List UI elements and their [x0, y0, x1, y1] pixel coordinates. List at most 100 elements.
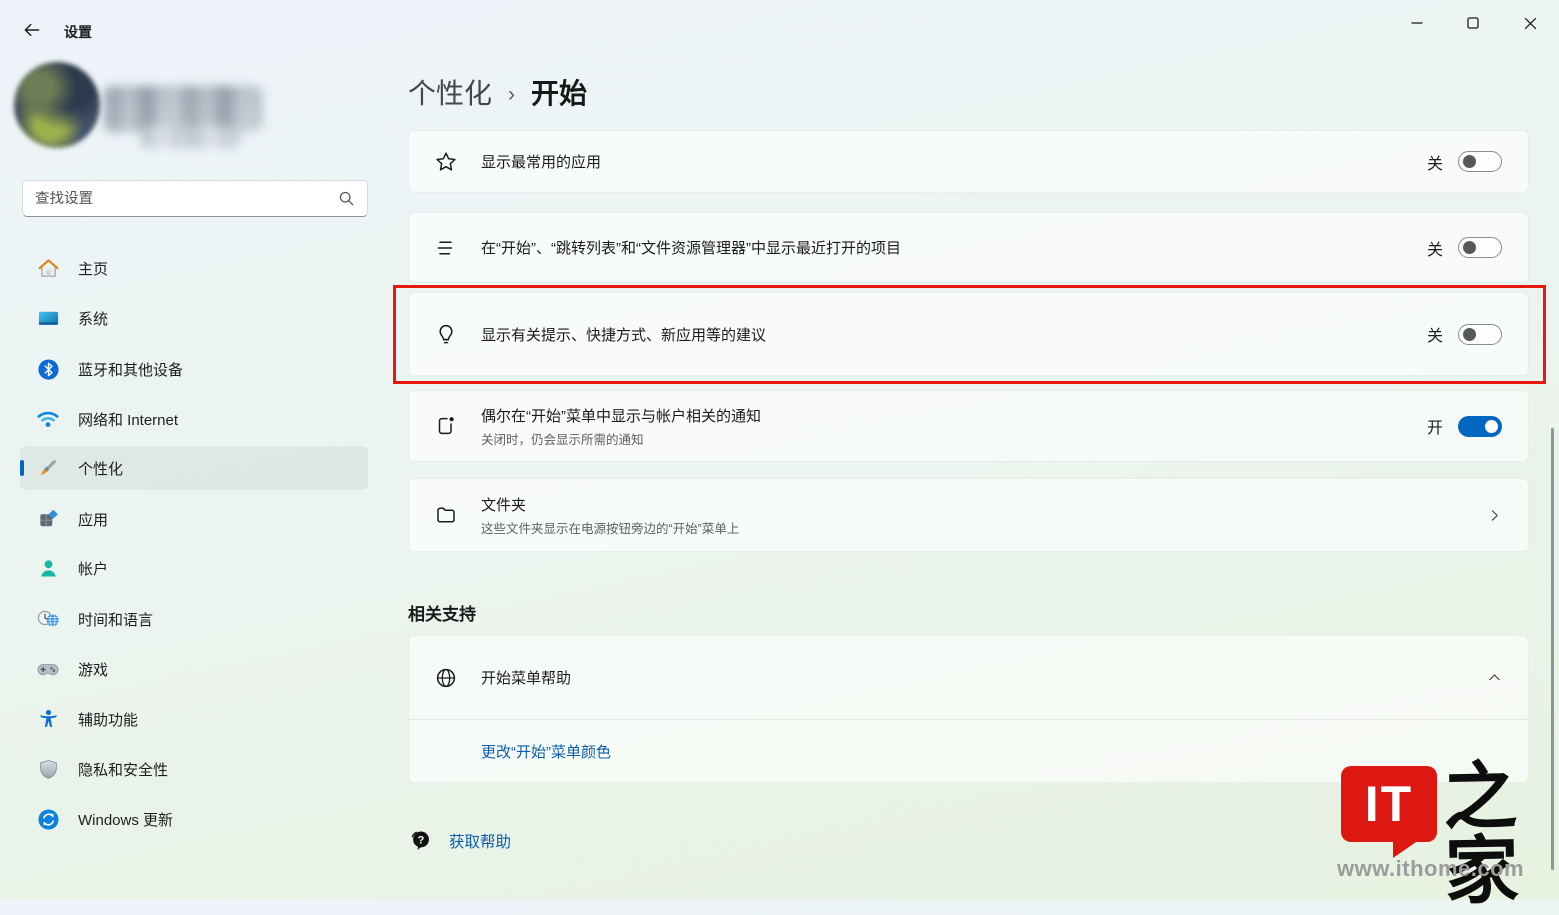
sidebar-item-privacy[interactable]: 隐私和安全性 — [20, 747, 368, 791]
sidebar-item-accounts[interactable]: 帐户 — [20, 546, 368, 590]
privacy-icon — [36, 757, 60, 781]
toggle-knob — [1463, 155, 1476, 168]
home-icon — [36, 256, 60, 280]
sidebar-item-apps[interactable]: 应用 — [20, 497, 368, 541]
ithome-logo-text: IT — [1365, 775, 1413, 833]
sidebar-item-label: 个性化 — [78, 458, 123, 479]
get-help-link[interactable]: 获取帮助 — [449, 830, 511, 852]
personalization-icon — [36, 456, 60, 480]
sidebar-item-bluetooth[interactable]: 蓝牙和其他设备 — [20, 347, 368, 391]
sidebar-item-label: 时间和语言 — [78, 609, 153, 630]
folder-icon — [433, 502, 459, 528]
sidebar-item-label: 网络和 Internet — [78, 409, 178, 430]
sidebar-item-accessibility[interactable]: 辅助功能 — [20, 697, 368, 741]
sidebar-item-label: 主页 — [78, 258, 108, 279]
globe-icon — [433, 665, 459, 691]
sidebar-item-label: 游戏 — [78, 659, 108, 680]
account-notification-icon — [433, 413, 459, 439]
setting-title: 显示最常用的应用 — [481, 151, 601, 172]
app-title: 设置 — [64, 22, 92, 42]
system-icon — [36, 306, 60, 330]
close-icon — [1523, 16, 1538, 31]
sidebar-item-time-language[interactable]: 时间和语言 — [20, 597, 368, 641]
sidebar-item-label: 隐私和安全性 — [78, 759, 168, 780]
setting-subtitle: 这些文件夹显示在电源按钮旁边的“开始”菜单上 — [481, 518, 739, 537]
breadcrumb-separator-icon: › — [508, 83, 515, 107]
toggle-state-label: 关 — [1427, 236, 1443, 260]
accounts-icon — [36, 556, 60, 580]
get-help-row: ? 获取帮助 — [408, 828, 511, 853]
ithome-url: www.ithome.com — [1337, 856, 1524, 882]
search-input[interactable] — [35, 191, 338, 207]
toggle-knob — [1463, 241, 1476, 254]
network-icon — [36, 407, 60, 431]
setting-row-account-notifications[interactable]: 偶尔在“开始”菜单中显示与帐户相关的通知 关闭时，仍会显示所需的通知 开 — [408, 390, 1529, 462]
minimize-button[interactable] — [1394, 6, 1440, 40]
sidebar-item-label: Windows 更新 — [78, 809, 173, 830]
maximize-button[interactable] — [1450, 6, 1496, 40]
get-help-icon: ? — [408, 828, 433, 853]
lightbulb-icon — [433, 321, 459, 347]
sidebar-item-personalization[interactable]: 个性化 — [20, 446, 368, 490]
search-box[interactable] — [22, 180, 368, 217]
maximize-icon — [1466, 16, 1480, 30]
close-button[interactable] — [1507, 6, 1553, 40]
chevron-up-icon — [1487, 670, 1502, 685]
setting-row-suggestions[interactable]: 显示有关提示、快捷方式、新应用等的建议 关 — [408, 292, 1529, 376]
change-start-menu-color-link[interactable]: 更改“开始”菜单颜色 — [481, 744, 611, 761]
back-button[interactable] — [20, 18, 44, 42]
toggle-suggestions[interactable] — [1458, 324, 1502, 345]
setting-title: 偶尔在“开始”菜单中显示与帐户相关的通知 — [481, 405, 761, 426]
avatar[interactable] — [14, 62, 100, 148]
sidebar-item-label: 蓝牙和其他设备 — [78, 359, 183, 380]
sidebar-item-network[interactable]: 网络和 Internet — [20, 397, 368, 441]
page-title: 开始 — [531, 72, 587, 112]
apps-icon — [36, 507, 60, 531]
bluetooth-icon — [36, 357, 60, 381]
setting-row-most-used-apps[interactable]: 显示最常用的应用 关 — [408, 130, 1529, 193]
gaming-icon — [36, 657, 60, 681]
sidebar-item-label: 应用 — [78, 509, 108, 530]
card-divider — [409, 719, 1528, 720]
selected-indicator — [20, 460, 24, 476]
toggle-state-label: 关 — [1427, 322, 1443, 346]
toggle-recent-items[interactable] — [1458, 237, 1502, 258]
minimize-icon — [1410, 16, 1424, 30]
sidebar-item-label: 辅助功能 — [78, 709, 138, 730]
toggle-state-label: 开 — [1427, 414, 1443, 438]
chevron-right-icon — [1487, 508, 1502, 523]
back-arrow-icon — [22, 20, 42, 40]
setting-title: 文件夹 — [481, 494, 739, 515]
setting-row-folders[interactable]: 文件夹 这些文件夹显示在电源按钮旁边的“开始”菜单上 — [408, 478, 1529, 552]
toggle-most-used-apps[interactable] — [1458, 151, 1502, 172]
setting-row-recent-items[interactable]: 在“开始”、“跳转列表”和“文件资源管理器”中显示最近打开的项目 关 — [408, 212, 1529, 283]
related-support-card: 开始菜单帮助 更改“开始”菜单颜色 — [408, 635, 1529, 783]
setting-subtitle: 关闭时，仍会显示所需的通知 — [481, 429, 761, 448]
setting-title: 在“开始”、“跳转列表”和“文件资源管理器”中显示最近打开的项目 — [481, 237, 901, 258]
windows-update-icon — [36, 807, 60, 831]
sidebar-item-gaming[interactable]: 游戏 — [20, 647, 368, 691]
toggle-state-label: 关 — [1427, 150, 1443, 174]
expander-title: 开始菜单帮助 — [481, 667, 571, 688]
related-support-heading: 相关支持 — [408, 600, 476, 625]
ithome-logo: IT — [1341, 766, 1437, 842]
user-email-blurred — [140, 126, 240, 148]
accessibility-icon — [36, 707, 60, 731]
start-menu-help-expander[interactable]: 开始菜单帮助 — [409, 636, 1528, 719]
toggle-knob — [1485, 420, 1498, 433]
sidebar-item-label: 帐户 — [78, 558, 108, 579]
breadcrumb: 个性化 › 开始 — [408, 72, 587, 112]
breadcrumb-parent[interactable]: 个性化 — [408, 72, 492, 112]
sidebar-item-home[interactable]: 主页 — [20, 246, 368, 290]
svg-text:?: ? — [418, 834, 425, 846]
recent-items-icon — [433, 235, 459, 261]
search-icon — [338, 190, 355, 207]
setting-title: 显示有关提示、快捷方式、新应用等的建议 — [481, 324, 766, 345]
sidebar-item-label: 系统 — [78, 308, 108, 329]
time-language-icon — [36, 607, 60, 631]
toggle-knob — [1463, 328, 1476, 341]
ithome-logo-suffix: 之家 — [1443, 759, 1559, 909]
sidebar-item-windows-update[interactable]: Windows 更新 — [20, 797, 368, 841]
toggle-account-notifications[interactable] — [1458, 416, 1502, 437]
sidebar-item-system[interactable]: 系统 — [20, 296, 368, 340]
